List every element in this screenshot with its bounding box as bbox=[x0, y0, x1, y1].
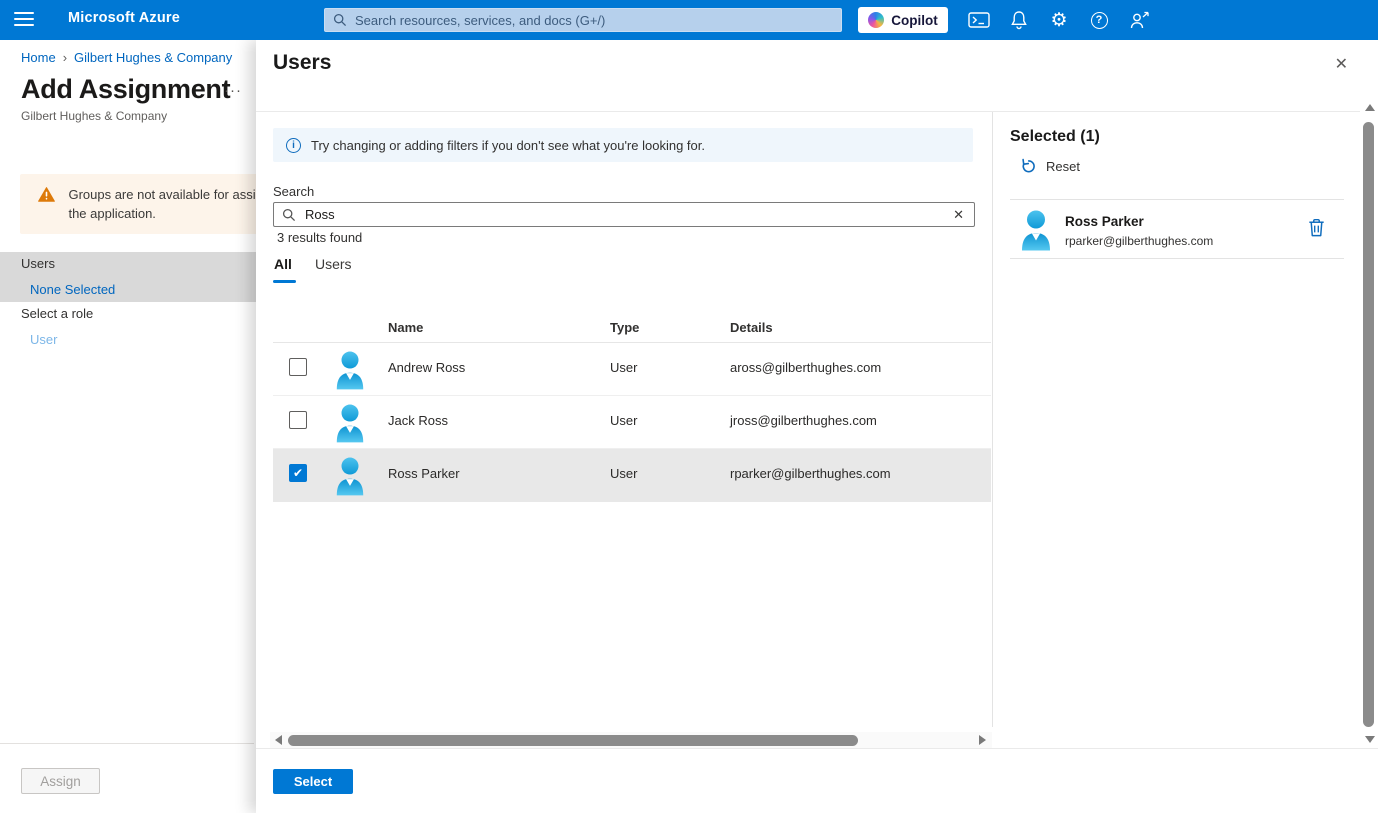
account-icon[interactable] bbox=[1126, 8, 1152, 32]
table-row[interactable]: Jack Ross User jross@gilberthughes.com bbox=[273, 396, 991, 449]
reset-icon bbox=[1020, 158, 1037, 174]
table-row[interactable]: Andrew Ross User aross@gilberthughes.com bbox=[273, 343, 991, 396]
row-name: Ross Parker bbox=[388, 466, 460, 481]
user-avatar-icon bbox=[1018, 208, 1054, 251]
selected-item-email: rparker@gilberthughes.com bbox=[1065, 234, 1213, 248]
row-type: User bbox=[610, 360, 637, 375]
row-name: Andrew Ross bbox=[388, 360, 465, 375]
global-search-input[interactable] bbox=[355, 13, 833, 28]
panel-vertical-divider bbox=[992, 112, 993, 727]
column-header-details: Details bbox=[730, 320, 773, 335]
info-icon: i bbox=[286, 138, 301, 153]
hamburger-menu-icon[interactable] bbox=[14, 12, 34, 27]
search-icon bbox=[282, 208, 296, 222]
scroll-down-arrow[interactable] bbox=[1365, 736, 1375, 743]
select-role-label: Select a role bbox=[21, 306, 93, 321]
context-menu-button[interactable]: ··· bbox=[224, 82, 242, 99]
breadcrumb-home-link[interactable]: Home bbox=[21, 50, 56, 65]
warning-text: Groups are not available for assignm the… bbox=[68, 185, 280, 223]
selected-count-title: Selected (1) bbox=[1010, 128, 1100, 146]
select-button[interactable]: Select bbox=[273, 769, 353, 794]
search-label: Search bbox=[273, 184, 314, 199]
page-footer-divider bbox=[0, 743, 254, 744]
user-avatar-icon bbox=[333, 455, 367, 496]
help-icon[interactable]: ? bbox=[1086, 8, 1112, 32]
results-count: 3 results found bbox=[277, 230, 362, 245]
flyout-title: Users bbox=[273, 51, 331, 75]
table-row[interactable]: Ross Parker User rparker@gilberthughes.c… bbox=[273, 449, 991, 502]
flyout-header-divider bbox=[256, 111, 1360, 112]
close-icon[interactable]: ✕ bbox=[1335, 54, 1348, 74]
row-checkbox[interactable] bbox=[289, 411, 307, 429]
vertical-scrollbar-thumb[interactable] bbox=[1363, 122, 1374, 727]
selected-divider bbox=[1010, 199, 1344, 200]
row-type: User bbox=[610, 466, 637, 481]
cloud-shell-icon[interactable] bbox=[966, 8, 992, 32]
row-details: jross@gilberthughes.com bbox=[730, 413, 877, 428]
user-avatar-icon bbox=[333, 402, 367, 443]
horizontal-scrollbar-thumb[interactable] bbox=[288, 735, 858, 746]
assign-button[interactable]: Assign bbox=[21, 768, 100, 794]
column-header-type: Type bbox=[610, 320, 639, 335]
row-details: aross@gilberthughes.com bbox=[730, 360, 881, 375]
breadcrumb: Home › Gilbert Hughes & Company bbox=[21, 50, 232, 65]
selected-divider bbox=[1010, 258, 1344, 259]
tab-users[interactable]: Users bbox=[315, 256, 352, 272]
users-flyout-panel: Users ✕ i Try changing or adding filters… bbox=[256, 40, 1378, 813]
scroll-up-arrow[interactable] bbox=[1365, 104, 1375, 111]
scroll-right-arrow[interactable] bbox=[979, 735, 986, 745]
flyout-footer-divider bbox=[256, 748, 1378, 749]
user-search-input[interactable] bbox=[305, 207, 951, 222]
row-checkbox[interactable] bbox=[289, 464, 307, 482]
delete-selected-button[interactable] bbox=[1308, 218, 1325, 242]
column-header-name: Name bbox=[388, 320, 423, 335]
copilot-icon bbox=[868, 12, 884, 28]
breadcrumb-separator: › bbox=[63, 50, 67, 65]
user-search-box[interactable]: ✕ bbox=[273, 202, 975, 227]
trash-icon bbox=[1308, 218, 1325, 237]
info-banner: i Try changing or adding filters if you … bbox=[273, 128, 973, 162]
page-title: Add Assignment bbox=[21, 74, 230, 105]
tab-all[interactable]: All bbox=[274, 256, 292, 272]
reset-button[interactable]: Reset bbox=[1020, 158, 1080, 174]
notifications-bell-icon[interactable] bbox=[1006, 8, 1032, 32]
settings-gear-icon[interactable]: ⚙ bbox=[1046, 8, 1072, 32]
clear-search-icon[interactable]: ✕ bbox=[951, 207, 966, 223]
search-icon bbox=[333, 13, 347, 27]
row-details: rparker@gilberthughes.com bbox=[730, 466, 891, 481]
selected-item-name: Ross Parker bbox=[1065, 214, 1144, 229]
scroll-left-arrow[interactable] bbox=[275, 735, 282, 745]
row-name: Jack Ross bbox=[388, 413, 448, 428]
warning-icon bbox=[38, 187, 55, 202]
row-checkbox[interactable] bbox=[289, 358, 307, 376]
info-banner-text: Try changing or adding filters if you do… bbox=[311, 138, 705, 153]
user-avatar-icon bbox=[333, 349, 367, 390]
page-subtitle: Gilbert Hughes & Company bbox=[21, 109, 167, 123]
users-section-label: Users bbox=[21, 256, 55, 271]
copilot-button[interactable]: Copilot bbox=[858, 7, 948, 33]
row-type: User bbox=[610, 413, 637, 428]
brand-title: Microsoft Azure bbox=[68, 10, 180, 26]
breadcrumb-app-link[interactable]: Gilbert Hughes & Company bbox=[74, 50, 232, 65]
users-none-selected-link[interactable]: None Selected bbox=[30, 282, 115, 297]
active-tab-underline bbox=[273, 280, 296, 283]
global-search[interactable] bbox=[324, 8, 842, 32]
role-user-link[interactable]: User bbox=[30, 332, 57, 347]
azure-topbar: Microsoft Azure Copilot ⚙ ? bbox=[0, 0, 1378, 40]
